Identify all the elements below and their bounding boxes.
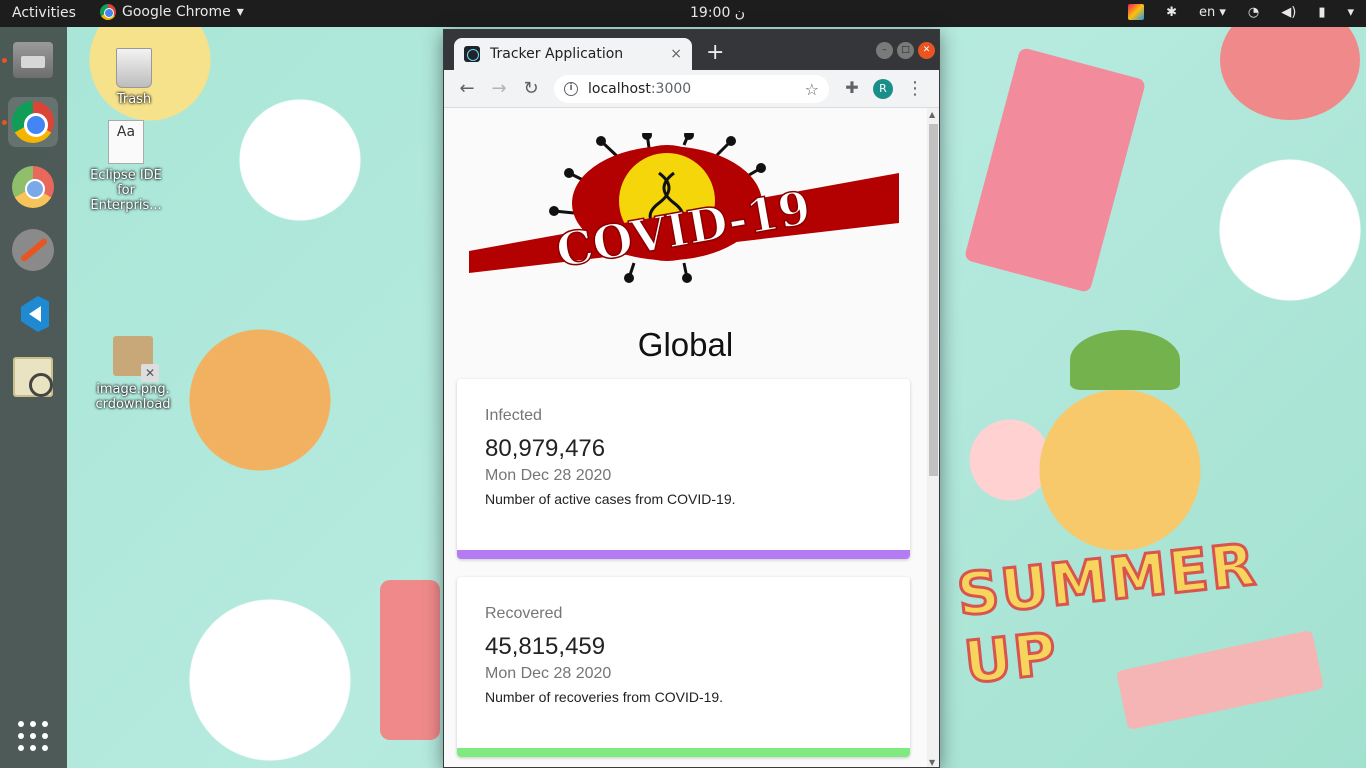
chrome-icon <box>100 4 116 20</box>
browser-toolbar: ← → ↻ i localhost:3000 ☆ ✚ R ⋮ <box>444 70 939 108</box>
dock-settings[interactable] <box>8 225 58 275</box>
dock-image-viewer[interactable] <box>8 352 58 402</box>
dock-chromium[interactable] <box>8 162 58 212</box>
scroll-up-icon[interactable]: ▲ <box>929 110 935 119</box>
image-viewer-icon <box>13 357 53 397</box>
clock[interactable]: 19:00 ن <box>690 5 745 21</box>
dock-files[interactable] <box>8 35 58 85</box>
page-viewport: COVID-19 Global Infected 80,979,476 Mon … <box>444 108 927 767</box>
bluetooth-icon[interactable]: ✱ <box>1166 5 1177 20</box>
page-scrollbar[interactable]: ▲ ▼ <box>927 108 939 767</box>
minimize-button[interactable]: – <box>876 42 893 59</box>
card-description: Number of active cases from COVID-19. <box>485 491 736 507</box>
tab-title: Tracker Application <box>490 46 624 62</box>
address-bar[interactable]: i localhost:3000 ☆ <box>554 75 829 103</box>
card-accent-bar <box>457 748 910 757</box>
wifi-icon[interactable]: ◔ <box>1248 5 1259 20</box>
infected-card: Infected 80,979,476 Mon Dec 28 2020 Numb… <box>457 379 910 559</box>
bookmark-star-icon[interactable]: ☆ <box>805 80 819 99</box>
close-icon[interactable]: × <box>670 46 682 62</box>
cube-icon[interactable] <box>1128 4 1145 20</box>
extensions-puzzle-icon[interactable]: ✚ <box>841 78 863 97</box>
dock-vscode[interactable] <box>8 289 58 339</box>
covid-logo: COVID-19 <box>469 133 899 283</box>
volume-icon[interactable]: ◀) <box>1281 5 1296 20</box>
desktop-icon-label: image.png.crdownload <box>95 382 171 412</box>
desktop-icon-download[interactable]: image.png.crdownload <box>94 336 172 412</box>
info-icon[interactable]: i <box>564 82 578 96</box>
battery-icon[interactable]: ▮ <box>1318 5 1325 20</box>
card-label: Infected <box>485 407 542 424</box>
system-tray: ✱ en ▾ ◔ ◀) ▮ ▾ <box>1128 4 1354 20</box>
card-value: 80,979,476 <box>485 435 606 462</box>
chromium-icon <box>12 166 54 208</box>
activities-button[interactable]: Activities <box>12 5 76 21</box>
chrome-icon <box>12 101 54 143</box>
show-applications-button[interactable] <box>8 711 58 761</box>
scrollbar-thumb[interactable] <box>929 124 938 476</box>
package-icon <box>113 336 159 382</box>
forward-arrow-icon[interactable]: → <box>488 78 510 99</box>
wallpaper-decoration <box>963 46 1147 294</box>
app-menu[interactable]: Google Chrome ▾ <box>100 4 244 20</box>
profile-avatar[interactable]: R <box>873 79 893 99</box>
desktop-icon-label: Eclipse IDE for Enterpris... <box>90 168 162 213</box>
chrome-window: Tracker Application × + – □ ✕ ← → ↻ i lo… <box>443 29 940 768</box>
url-port: :3000 <box>650 81 692 97</box>
settings-icon <box>12 229 54 271</box>
tab-tracker-application[interactable]: Tracker Application × <box>454 38 692 70</box>
new-tab-button[interactable]: + <box>706 40 724 65</box>
card-value: 45,815,459 <box>485 633 606 660</box>
card-date: Mon Dec 28 2020 <box>485 665 612 682</box>
language-selector[interactable]: en ▾ <box>1199 5 1226 20</box>
page-title: Global <box>637 326 734 363</box>
recovered-card: Recovered 45,815,459 Mon Dec 28 2020 Num… <box>457 577 910 757</box>
language-label: en <box>1198 4 1216 20</box>
more-menu-icon[interactable]: ⋮ <box>904 78 926 99</box>
card-date: Mon Dec 28 2020 <box>485 467 612 484</box>
react-favicon-icon <box>464 46 480 62</box>
system-menu-chevron-down-icon[interactable]: ▾ <box>1347 5 1354 20</box>
trash-icon <box>116 48 152 88</box>
vscode-icon <box>13 294 53 334</box>
running-indicator <box>2 58 7 63</box>
desktop-icon-eclipse[interactable]: Aa Eclipse IDE for Enterpris... <box>86 120 166 213</box>
window-close-button[interactable]: ✕ <box>918 42 935 59</box>
running-indicator <box>2 120 7 125</box>
app-menu-label: Google Chrome <box>122 4 231 20</box>
system-top-bar: Activities Google Chrome ▾ 19:00 ن ✱ en … <box>0 0 1366 27</box>
chevron-down-icon: ▾ <box>236 4 244 20</box>
card-label: Recovered <box>485 605 563 622</box>
window-controls: – □ ✕ <box>876 42 935 59</box>
url-host: localhost <box>588 81 651 97</box>
card-accent-bar <box>457 550 910 559</box>
dock <box>0 27 67 768</box>
desktop-icon-label: Trash <box>116 92 152 107</box>
files-icon <box>13 42 53 78</box>
app-grid-icon <box>18 721 48 751</box>
maximize-button[interactable]: □ <box>897 42 914 59</box>
dock-chrome[interactable] <box>8 97 58 147</box>
document-icon: Aa <box>108 120 144 164</box>
chevron-down-icon: ▾ <box>1219 4 1226 20</box>
reload-icon[interactable]: ↻ <box>520 78 542 99</box>
back-arrow-icon[interactable]: ← <box>456 78 478 99</box>
card-description: Number of recoveries from COVID-19. <box>485 689 724 705</box>
scroll-down-icon[interactable]: ▼ <box>929 758 935 767</box>
browser-tab-strip: Tracker Application × + – □ ✕ <box>444 30 939 70</box>
desktop-icon-trash[interactable]: Trash <box>94 48 174 107</box>
wallpaper-decoration <box>1070 330 1180 390</box>
wallpaper-decoration <box>380 580 440 740</box>
